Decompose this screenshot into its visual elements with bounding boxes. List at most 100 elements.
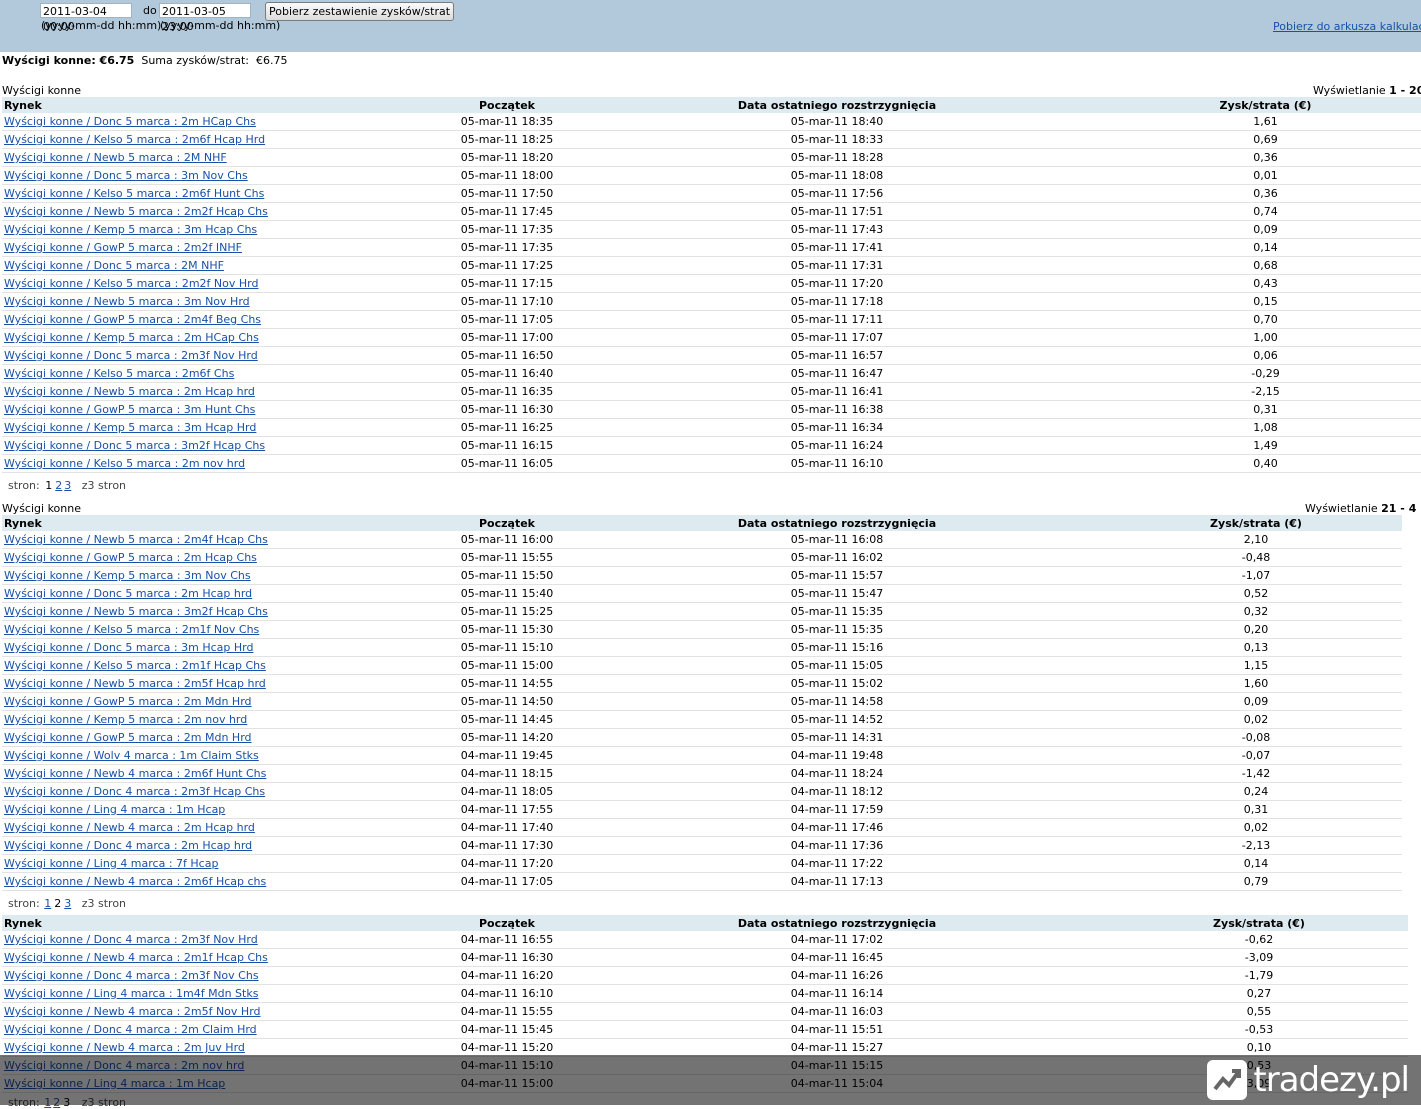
market-link[interactable]: Wyścigi konne / Donc 5 marca : 3m Hcap H… [4, 641, 253, 654]
date-from-input[interactable]: 2011-03-04 00:00 [40, 3, 132, 33]
market-link[interactable]: Wyścigi konne / Donc 4 marca : 2m Claim … [4, 1023, 257, 1036]
market-link[interactable]: Wyścigi konne / GowP 5 marca : 2m2f INHF [4, 241, 242, 254]
market-link[interactable]: Wyścigi konne / Kemp 5 marca : 3m Hcap H… [4, 421, 256, 434]
market-link[interactable]: Wyścigi konne / Donc 5 marca : 2m3f Nov … [4, 349, 258, 362]
start-time-cell: 05-mar-11 18:20 [332, 148, 682, 167]
market-link[interactable]: Wyścigi konne / Donc 4 marca : 2m Hcap h… [4, 839, 252, 852]
table-row: Wyścigi konne / Newb 5 marca : 2m Hcap h… [2, 382, 1421, 401]
market-link[interactable]: Wyścigi konne / Donc 5 marca : 2m Hcap h… [4, 587, 252, 600]
results-table: Rynek Początek Data ostatniego rozstrzygni… [2, 515, 1402, 891]
market-link[interactable]: Wyścigi konne / Ling 4 marca : 7f Hcap [4, 857, 218, 870]
market-link[interactable]: Wyścigi konne / Kemp 5 marca : 3m Nov Ch… [4, 569, 251, 582]
column-header-profit[interactable]: Zysk/strata (€) [992, 915, 1408, 931]
market-link[interactable]: Wyścigi konne / Newb 5 marca : 3m2f Hcap… [4, 605, 268, 618]
market-link[interactable]: Wyścigi konne / Newb 5 marca : 3m Nov Hr… [4, 295, 250, 308]
market-link[interactable]: Wyścigi konne / Ling 4 marca : 1m Hcap [4, 803, 225, 816]
page-link-1[interactable]: 1 [44, 897, 51, 910]
market-link[interactable]: Wyścigi konne / Newb 5 marca : 2m4f Hcap… [4, 533, 268, 546]
market-link[interactable]: Wyścigi konne / Kelso 5 marca : 2m1f Hca… [4, 659, 266, 672]
market-link[interactable]: Wyścigi konne / Newb 4 marca : 2m1f Hcap… [4, 951, 268, 964]
market-link[interactable]: Wyścigi konne / Newb 5 marca : 2m2f Hcap… [4, 205, 268, 218]
market-link[interactable]: Wyścigi konne / Donc 5 marca : 3m Nov Ch… [4, 169, 248, 182]
market-link[interactable]: Wyścigi konne / Newb 4 marca : 2m6f Hcap… [4, 875, 266, 888]
market-link[interactable]: Wyścigi konne / Donc 5 marca : 2m HCap C… [4, 115, 256, 128]
column-header-market[interactable]: Rynek [2, 915, 332, 931]
market-link[interactable]: Wyścigi konne / Newb 4 marca : 2m5f Nov … [4, 1005, 261, 1018]
market-link[interactable]: Wyścigi konne / Newb 4 marca : 2m Hcap h… [4, 821, 255, 834]
market-link[interactable]: Wyścigi konne / Donc 4 marca : 2m3f Hcap… [4, 785, 265, 798]
market-link[interactable]: Wyścigi konne / Kelso 5 marca : 2m6f Chs [4, 367, 234, 380]
market-link[interactable]: Wyścigi konne / Kelso 5 marca : 2m2f Nov… [4, 277, 258, 290]
market-link[interactable]: Wyścigi konne / Kelso 5 marca : 2m nov h… [4, 457, 245, 470]
market-link[interactable]: Wyścigi konne / Newb 5 marca : 2m Hcap h… [4, 385, 255, 398]
market-link[interactable]: Wyścigi konne / Kelso 5 marca : 2m1f Nov… [4, 623, 259, 636]
column-header-start[interactable]: Początek [332, 915, 682, 931]
category-total: Wyścigi konne: €6.75 [2, 54, 135, 67]
start-time-cell: 04-mar-11 15:55 [332, 1002, 682, 1021]
market-link[interactable]: Wyścigi konne / Ling 4 marca : 1m4f Mdn … [4, 987, 258, 1000]
settled-time-cell: 04-mar-11 16:26 [682, 966, 992, 985]
market-link[interactable]: Wyścigi konne / GowP 5 marca : 3m Hunt C… [4, 403, 255, 416]
market-link[interactable]: Wyścigi konne / GowP 5 marca : 2m Mdn Hr… [4, 731, 252, 744]
market-link[interactable]: Wyścigi konne / Kemp 5 marca : 3m Hcap C… [4, 223, 257, 236]
market-link[interactable]: Wyścigi konne / Newb 4 marca : 2m6f Hunt… [4, 767, 266, 780]
table-row: Wyścigi konne / Kelso 5 marca : 2m1f Hca… [2, 656, 1402, 675]
market-link[interactable]: Wyścigi konne / Newb 5 marca : 2M NHF [4, 151, 227, 164]
market-link[interactable]: Wyścigi konne / GowP 5 marca : 2m Hcap C… [4, 551, 257, 564]
profit-loss-cell: 0,09 [992, 220, 1421, 239]
profit-loss-cell: -0,53 [992, 1020, 1408, 1039]
settled-time-cell: 04-mar-11 18:12 [682, 782, 992, 801]
market-cell: Wyścigi konne / GowP 5 marca : 3m Hunt C… [2, 400, 332, 419]
market-link[interactable]: Wyścigi konne / Kelso 5 marca : 2m6f Hca… [4, 133, 265, 146]
start-time-cell: 04-mar-11 15:45 [332, 1020, 682, 1039]
date-to-input[interactable]: 2011-03-05 23:00 [159, 3, 251, 33]
table-row: Wyścigi konne / Kelso 5 marca : 2m6f Chs… [2, 364, 1421, 383]
profit-loss-cell: -0,29 [992, 364, 1421, 383]
market-link[interactable]: Wyścigi konne / Wolv 4 marca : 1m Claim … [4, 749, 259, 762]
table-row: Wyścigi konne / Newb 5 marca : 3m2f Hcap… [2, 602, 1402, 621]
fetch-report-button[interactable]: Pobierz zestawienie zysków/strat [265, 2, 455, 21]
table-row: Wyścigi konne / Kelso 5 marca : 2m1f Nov… [2, 620, 1402, 639]
table-row: Wyścigi konne / Donc 4 marca : 2m3f Hcap… [2, 782, 1402, 801]
market-link[interactable]: Wyścigi konne / Donc 5 marca : 2M NHF [4, 259, 224, 272]
settled-time-cell: 05-mar-11 14:58 [682, 692, 992, 711]
market-link[interactable]: Wyścigi konne / Donc 4 marca : 2m3f Nov … [4, 933, 258, 946]
market-link[interactable]: Wyścigi konne / Donc 5 marca : 3m2f Hcap… [4, 439, 265, 452]
table-row: Wyścigi konne / Donc 5 marca : 3m Nov Ch… [2, 166, 1421, 185]
column-header-settled[interactable]: Data ostatniego rozstrzygnięcia [682, 915, 992, 931]
market-link[interactable]: Wyścigi konne / GowP 5 marca : 2m4f Beg … [4, 313, 261, 326]
market-link[interactable]: Wyścigi konne / Newb 4 marca : 2m Juv Hr… [4, 1041, 245, 1054]
market-cell: Wyścigi konne / Newb 4 marca : 2m Juv Hr… [2, 1038, 332, 1057]
page-link-3[interactable]: 3 [64, 897, 71, 910]
column-header-market[interactable]: Rynek [2, 97, 332, 113]
settled-time-cell: 04-mar-11 18:24 [682, 764, 992, 783]
start-time-cell: 05-mar-11 17:35 [332, 238, 682, 257]
start-time-cell: 05-mar-11 17:50 [332, 184, 682, 203]
settled-time-cell: 04-mar-11 17:22 [682, 854, 992, 873]
market-link[interactable]: Wyścigi konne / Kemp 5 marca : 2m HCap C… [4, 331, 259, 344]
column-header-profit[interactable]: Zysk/strata (€) [992, 515, 1402, 531]
column-header-start[interactable]: Początek [332, 515, 682, 531]
page-link-2[interactable]: 2 [55, 479, 62, 492]
table-row: Wyścigi konne / Newb 4 marca : 2m6f Hunt… [2, 764, 1402, 783]
market-link[interactable]: Wyścigi konne / Kemp 5 marca : 2m nov hr… [4, 713, 247, 726]
profit-loss-cell: 0,13 [992, 638, 1402, 657]
table-row: Wyścigi konne / Kelso 5 marca : 2m nov h… [2, 454, 1421, 473]
market-link[interactable]: Wyścigi konne / GowP 5 marca : 2m Mdn Hr… [4, 695, 252, 708]
column-header-settled[interactable]: Data ostatniego rozstrzygnięcia [682, 515, 992, 531]
profit-loss-cell: -1,42 [992, 764, 1402, 783]
profit-loss-cell: 0,70 [992, 310, 1421, 329]
table-row: Wyścigi konne / Donc 5 marca : 3m2f Hcap… [2, 436, 1421, 455]
page-link-3[interactable]: 3 [64, 479, 71, 492]
market-link[interactable]: Wyścigi konne / Kelso 5 marca : 2m6f Hun… [4, 187, 264, 200]
market-link[interactable]: Wyścigi konne / Donc 4 marca : 2m3f Nov … [4, 969, 259, 982]
column-header-start[interactable]: Początek [332, 97, 682, 113]
column-header-settled[interactable]: Data ostatniego rozstrzygnięcia [682, 97, 992, 113]
market-cell: Wyścigi konne / Newb 4 marca : 2m1f Hcap… [2, 948, 332, 967]
column-header-market[interactable]: Rynek [2, 515, 332, 531]
start-time-cell: 04-mar-11 16:30 [332, 948, 682, 967]
column-header-profit[interactable]: Zysk/strata (€) [992, 97, 1421, 113]
spreadsheet-download-link[interactable]: Pobierz do arkusza kalkulacyjnego [1273, 20, 1421, 33]
market-cell: Wyścigi konne / Newb 5 marca : 3m2f Hcap… [2, 602, 332, 621]
market-link[interactable]: Wyścigi konne / Newb 5 marca : 2m5f Hcap… [4, 677, 266, 690]
